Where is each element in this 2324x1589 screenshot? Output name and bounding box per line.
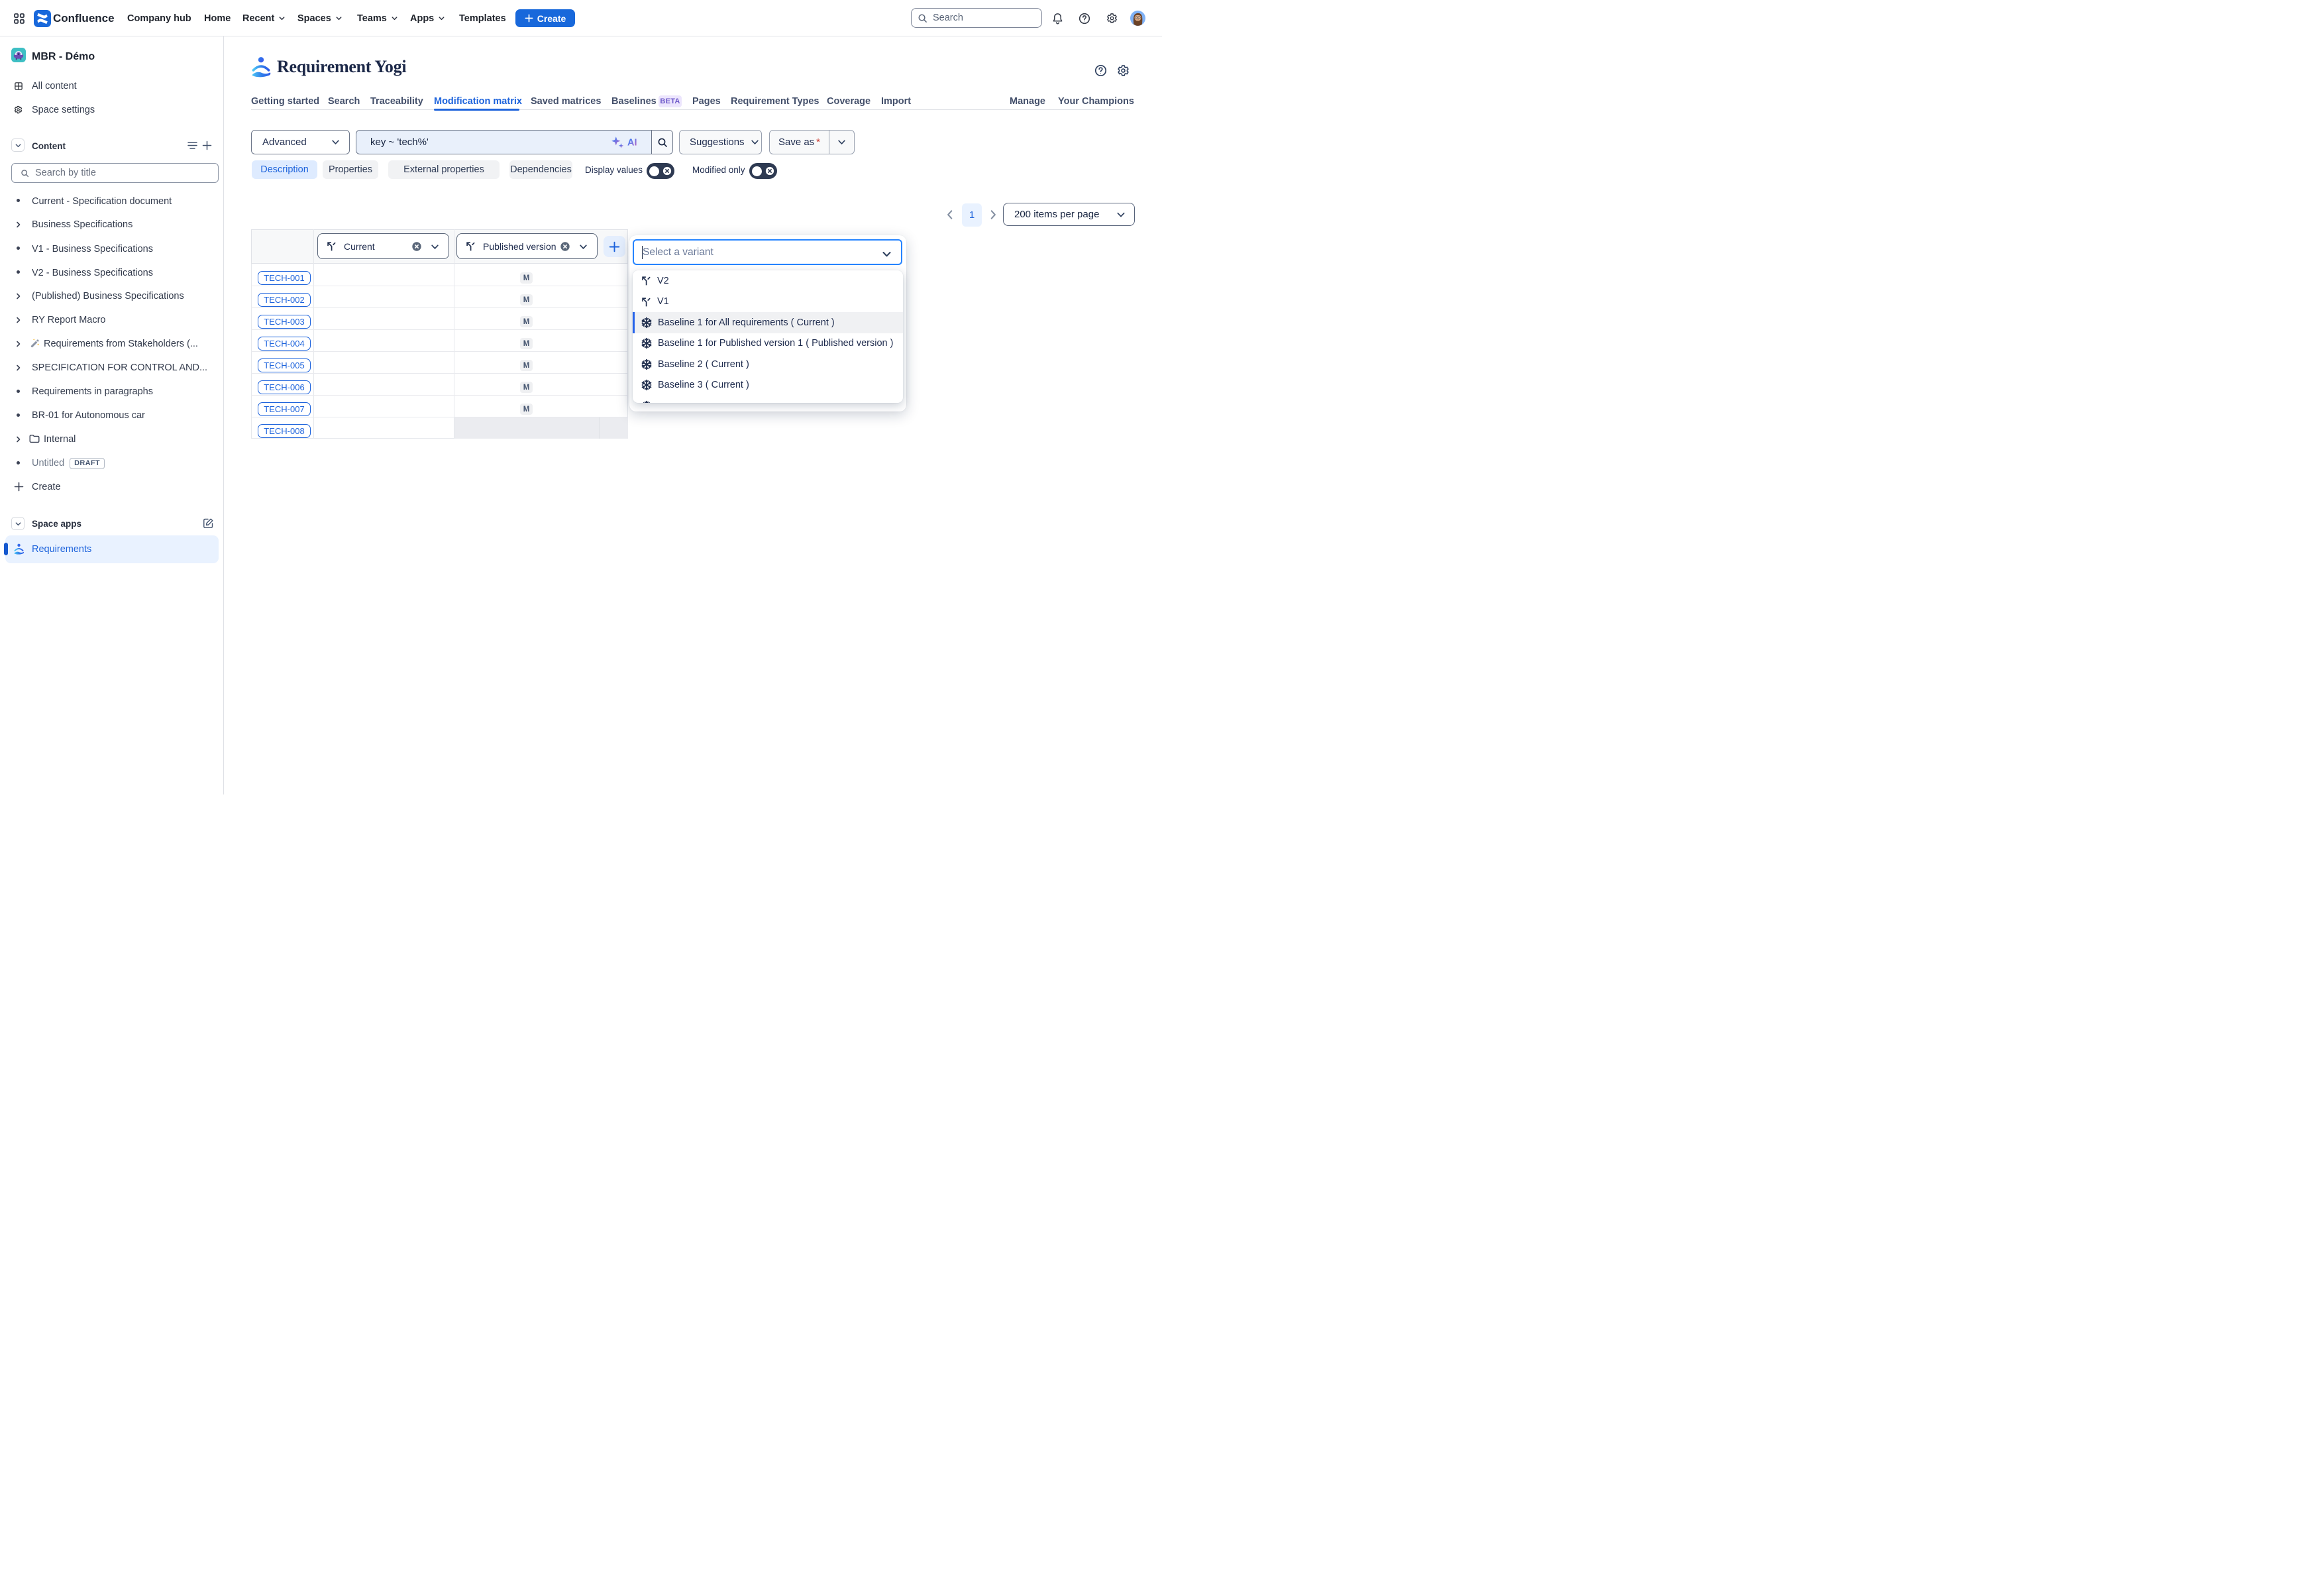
svg-text:AI: AI [627,138,637,148]
